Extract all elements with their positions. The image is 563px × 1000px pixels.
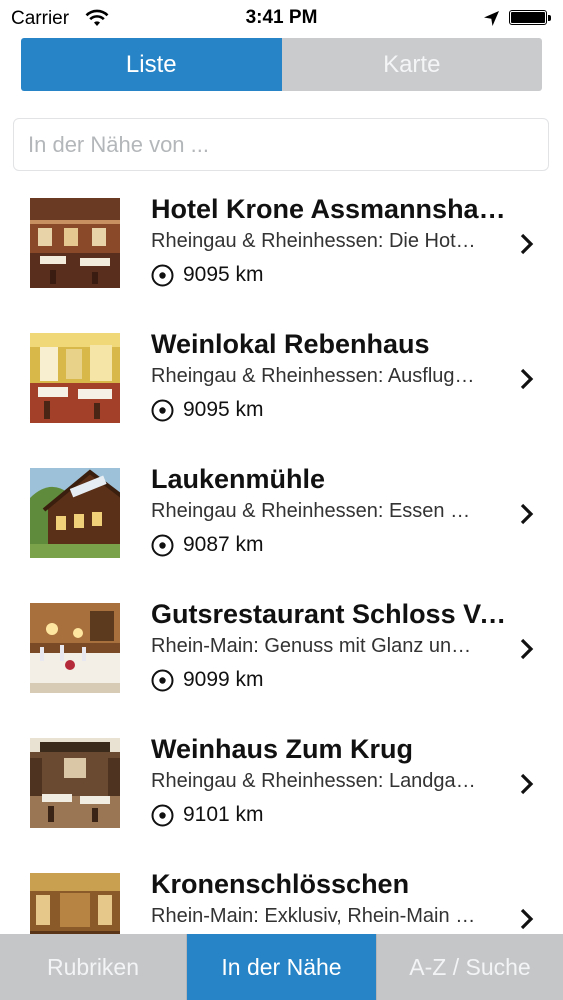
tab-rubriken[interactable]: Rubriken — [0, 934, 187, 1000]
list-item[interactable]: Hotel Krone Assmannshausen Rheingau & Rh… — [0, 176, 563, 311]
chevron-right-icon — [520, 368, 534, 390]
restaurant-thumbnail — [30, 333, 120, 423]
target-icon — [151, 669, 174, 691]
item-subtitle: Rhein-Main: Exklusiv, Rhein-Main Region — [151, 905, 481, 927]
results-list: Hotel Krone Assmannshausen Rheingau & Rh… — [0, 176, 563, 934]
list-item[interactable]: Laukenmühle Rheingau & Rheinhessen: Esse… — [0, 446, 563, 581]
list-item[interactable]: Weinlokal Rebenhaus Rheingau & Rheinhess… — [0, 311, 563, 446]
chevron-right-icon — [520, 503, 534, 525]
item-title: Weinhaus Zum Krug — [151, 734, 414, 764]
chevron-right-icon — [520, 233, 534, 255]
segment-list[interactable]: Liste — [21, 38, 282, 91]
chevron-right-icon — [520, 638, 534, 660]
location-search-input[interactable] — [14, 119, 548, 170]
distance-label: 9099 km — [183, 668, 264, 691]
restaurant-thumbnail — [30, 738, 120, 828]
item-subtitle: Rheingau & Rheinhessen: Die Hotel Krone — [151, 230, 481, 252]
item-title: Gutsrestaurant Schloss Vollrads — [151, 599, 516, 629]
location-arrow-icon — [484, 11, 499, 26]
chevron-right-icon — [520, 773, 534, 795]
list-item[interactable]: Kronenschlösschen Rhein-Main: Exklusiv, … — [0, 851, 563, 934]
view-segmented-control: Liste Karte — [21, 38, 542, 91]
item-title: Kronenschlösschen — [151, 869, 410, 899]
tab-bar: Rubriken In der Nähe A-Z / Suche — [0, 934, 563, 1000]
restaurant-thumbnail — [30, 198, 120, 288]
item-distance: 9101 km — [151, 802, 264, 828]
restaurant-thumbnail — [30, 603, 120, 693]
tab-in-der-naehe[interactable]: In der Nähe — [187, 934, 376, 1000]
item-title: Hotel Krone Assmannshausen — [151, 194, 516, 224]
item-subtitle: Rhein-Main: Genuss mit Glanz und Stil — [151, 635, 481, 657]
item-distance: 9099 km — [151, 667, 264, 693]
distance-label: 9087 km — [183, 533, 264, 556]
target-icon — [151, 534, 174, 556]
item-subtitle: Rheingau & Rheinhessen: Essen und Trinke… — [151, 500, 481, 522]
target-icon — [151, 399, 174, 421]
item-distance: 9087 km — [151, 532, 264, 558]
tab-a-z-suche[interactable]: A-Z / Suche — [376, 934, 563, 1000]
item-subtitle: Rheingau & Rheinhessen: Landgasthaus — [151, 770, 481, 792]
distance-label: 9095 km — [183, 263, 264, 286]
item-title: Weinlokal Rebenhaus — [151, 329, 430, 359]
restaurant-thumbnail — [30, 873, 120, 934]
segment-map[interactable]: Karte — [281, 38, 542, 91]
item-distance: 9095 km — [151, 397, 264, 423]
search-box — [13, 118, 549, 171]
item-title: Laukenmühle — [151, 464, 326, 494]
status-bar: Carrier 3:41 PM — [0, 0, 563, 38]
distance-label: 9095 km — [183, 398, 264, 421]
battery-icon — [509, 10, 553, 27]
restaurant-thumbnail — [30, 468, 120, 558]
chevron-right-icon — [520, 908, 534, 930]
distance-label: 9101 km — [183, 803, 264, 826]
status-time: 3:41 PM — [245, 7, 318, 28]
item-subtitle: Rheingau & Rheinhessen: Ausflugslokal — [151, 365, 481, 387]
target-icon — [151, 264, 174, 286]
list-item[interactable]: Gutsrestaurant Schloss Vollrads Rhein-Ma… — [0, 581, 563, 716]
item-distance: 9095 km — [151, 262, 264, 288]
list-item[interactable]: Weinhaus Zum Krug Rheingau & Rheinhessen… — [0, 716, 563, 851]
target-icon — [151, 804, 174, 826]
